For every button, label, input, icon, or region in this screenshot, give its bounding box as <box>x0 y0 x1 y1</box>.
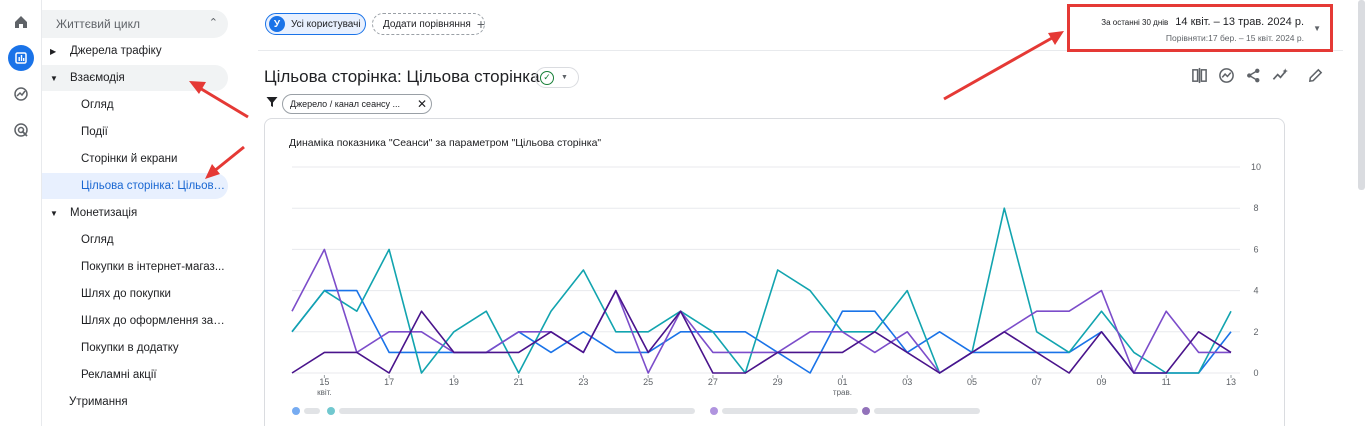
x-tick-sublabel: квіт. <box>317 388 332 397</box>
y-tick-label: 4 <box>1253 286 1258 296</box>
x-tick-label: 21 <box>514 377 524 387</box>
x-tick-label: 17 <box>384 377 394 387</box>
x-tick-sublabel: трав. <box>833 388 852 397</box>
legend-label-blurred <box>874 408 980 414</box>
x-tick-label: 23 <box>578 377 588 387</box>
x-tick-label: 27 <box>708 377 718 387</box>
legend-swatch <box>710 407 718 415</box>
legend-swatch <box>292 407 300 415</box>
legend-swatch <box>327 407 335 415</box>
x-tick-label: 19 <box>449 377 459 387</box>
line-chart: 0 2 4 6 8 10 15квіт. 17 19 21 23 25 27 29 01трав. 03 05 0… <box>291 162 1261 415</box>
y-tick-label: 2 <box>1253 327 1258 337</box>
y-tick-label: 6 <box>1253 244 1258 254</box>
series-line-3 <box>291 248 1231 374</box>
x-tick-label: 15 <box>319 377 329 387</box>
x-tick-label: 29 <box>773 377 783 387</box>
x-tick-label: 25 <box>643 377 653 387</box>
x-tick-label: 01 <box>837 377 847 387</box>
y-tick-label: 8 <box>1253 203 1258 213</box>
x-tick-label: 13 <box>1226 377 1236 387</box>
legend-label-blurred <box>722 408 858 414</box>
y-tick-label: 0 <box>1253 368 1258 378</box>
x-tick-label: 09 <box>1096 377 1106 387</box>
x-tick-label: 05 <box>967 377 977 387</box>
x-tick-label: 03 <box>902 377 912 387</box>
scrollbar[interactable] <box>1358 0 1365 190</box>
legend-label-blurred <box>339 408 695 414</box>
legend-label-blurred <box>304 408 320 414</box>
x-tick-label: 07 <box>1032 377 1042 387</box>
y-tick-label: 10 <box>1251 162 1261 172</box>
legend-swatch <box>862 407 870 415</box>
x-tick-label: 11 <box>1162 377 1171 387</box>
